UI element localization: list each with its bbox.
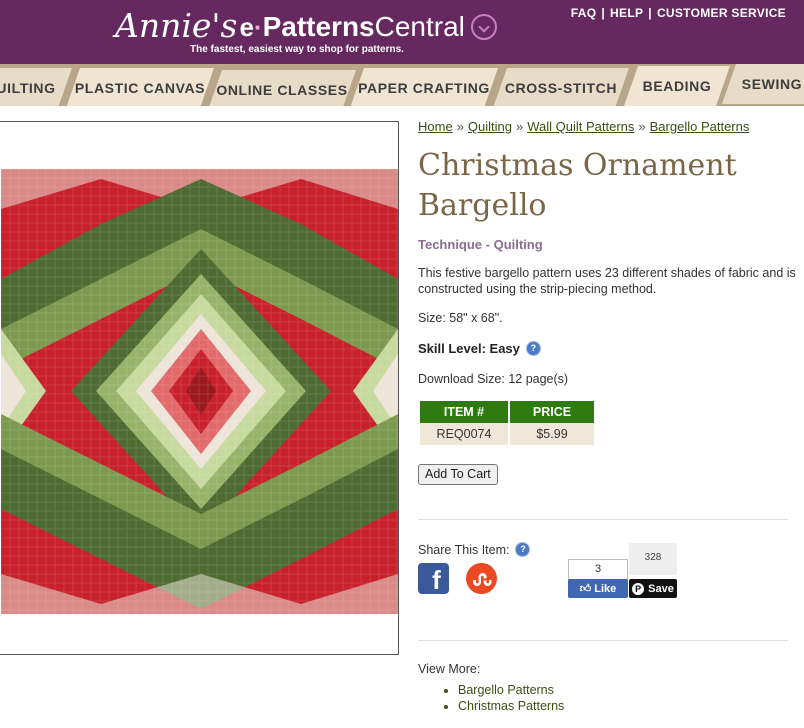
facebook-like-button[interactable]: 👍︎ Like: [568, 579, 628, 598]
help-link[interactable]: HELP: [610, 6, 643, 20]
pinterest-count: 328: [629, 543, 677, 575]
top-links: FAQ | HELP | CUSTOMER SERVICE: [571, 6, 786, 20]
customer-service-link[interactable]: CUSTOMER SERVICE: [657, 6, 786, 20]
share-section: Share This Item: ?: [418, 542, 531, 557]
logo-e-text: e: [239, 12, 254, 42]
faq-link[interactable]: FAQ: [571, 6, 597, 20]
item-number-cell: REQ0074: [420, 423, 508, 445]
quilt-image[interactable]: [1, 169, 398, 614]
link-separator: |: [601, 6, 606, 20]
pinterest-save-button[interactable]: P Save: [629, 579, 677, 598]
stumbleupon-logo-icon: [472, 572, 492, 586]
logo-cursor-icon: [470, 14, 497, 40]
site-tagline: The fastest, easiest way to shop for pat…: [190, 44, 404, 55]
breadcrumb-separator: »: [638, 119, 646, 134]
help-icon[interactable]: ?: [525, 341, 541, 356]
nav-tab-paper-crafting[interactable]: PAPER CRAFTING: [350, 68, 498, 106]
category-nav: UILTING PLASTIC CANVAS ONLINE CLASSES PA…: [0, 64, 804, 106]
view-more-label: View More:: [418, 662, 481, 676]
product-description: This festive bargello pattern uses 23 di…: [418, 266, 796, 296]
view-more-christmas-link[interactable]: Christmas Patterns: [458, 699, 564, 713]
thumbs-up-icon: 👍︎: [579, 583, 592, 595]
add-to-cart-button[interactable]: Add To Cart: [418, 464, 498, 485]
stumbleupon-share-icon[interactable]: [466, 563, 497, 594]
nav-tab-cross-stitch[interactable]: CROSS-STITCH: [493, 68, 629, 106]
view-more-bargello-link[interactable]: Bargello Patterns: [458, 683, 554, 697]
table-header-price: PRICE: [510, 401, 594, 423]
item-price-table: ITEM # PRICE REQ0074 $5.99: [418, 401, 596, 445]
skill-level: Skill Level: Easy ?: [418, 341, 541, 356]
nav-tab-plastic-canvas[interactable]: PLASTIC CANVAS: [66, 68, 214, 106]
price-cell: $5.99: [510, 423, 594, 445]
logo-annies-text: Annie's: [115, 6, 238, 45]
facebook-like-label: Like: [594, 582, 617, 595]
divider: [418, 519, 788, 520]
breadcrumb-separator: »: [456, 119, 464, 134]
breadcrumb-home[interactable]: Home: [418, 119, 453, 134]
share-label: Share This Item:: [418, 542, 510, 557]
download-size: Download Size: 12 page(s): [418, 372, 569, 386]
divider: [418, 640, 788, 641]
logo-dot: ·: [253, 12, 263, 42]
breadcrumb-quilting[interactable]: Quilting: [468, 119, 512, 134]
facebook-like-count: 3: [568, 559, 628, 580]
site-logo[interactable]: Annie's e · Patterns Central: [115, 4, 497, 44]
table-header-item: ITEM #: [420, 401, 508, 423]
product-image-frame: [0, 121, 399, 655]
logo-patterns-text: Patterns: [262, 11, 375, 42]
product-size: Size: 58" x 68".: [418, 311, 503, 325]
breadcrumb-separator: »: [516, 119, 524, 134]
breadcrumb-bargello-patterns[interactable]: Bargello Patterns: [650, 119, 750, 134]
nav-tab-quilting[interactable]: UILTING: [0, 68, 72, 106]
pinterest-icon: P: [632, 582, 645, 595]
product-technique[interactable]: Technique - Quilting: [418, 237, 543, 252]
product-title: Christmas Ornament Bargello: [418, 148, 737, 223]
table-row: REQ0074 $5.99: [420, 423, 594, 445]
view-more-list: Bargello Patterns Christmas Patterns: [442, 682, 564, 714]
site-header: Annie's e · Patterns Central The fastest…: [0, 0, 804, 64]
breadcrumb: Home» Quilting» Wall Quilt Patterns» Bargel…: [418, 119, 749, 134]
link-separator: |: [648, 6, 652, 20]
logo-central-text: Central: [374, 11, 465, 42]
help-icon[interactable]: ?: [515, 542, 531, 557]
list-item: Christmas Patterns: [458, 698, 564, 714]
breadcrumb-wall-quilt-patterns[interactable]: Wall Quilt Patterns: [527, 119, 634, 134]
skill-level-text: Skill Level: Easy: [418, 341, 520, 356]
facebook-share-icon[interactable]: f: [418, 563, 449, 594]
list-item: Bargello Patterns: [458, 682, 564, 698]
nav-tab-beading[interactable]: BEADING: [624, 66, 730, 106]
nav-tab-sewing[interactable]: SEWING: [722, 64, 804, 104]
nav-tab-online-classes[interactable]: ONLINE CLASSES: [208, 70, 356, 106]
pinterest-save-label: Save: [648, 582, 674, 595]
